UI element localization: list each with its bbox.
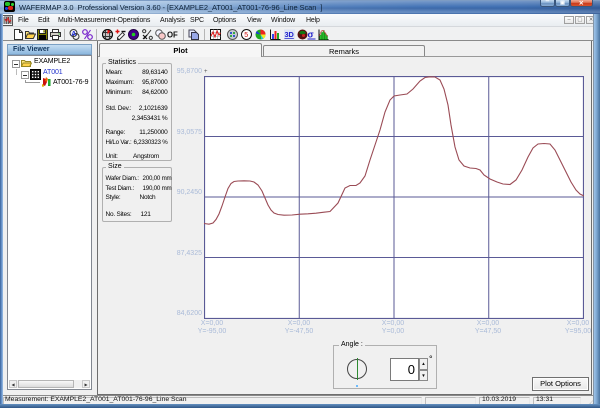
svg-text:A: A (71, 31, 76, 38)
svg-text:OF: OF (167, 31, 178, 40)
svg-text:3D: 3D (284, 30, 293, 39)
svg-text:σ: σ (308, 30, 314, 40)
svg-text:5: 5 (244, 32, 248, 39)
